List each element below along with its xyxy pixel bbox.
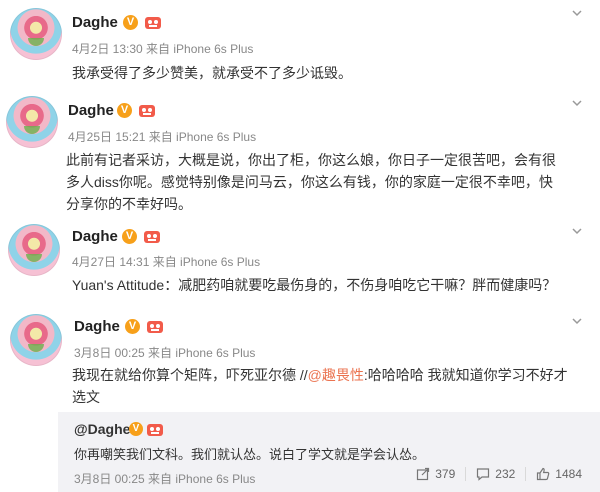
comment-icon	[477, 468, 490, 481]
post-text-line: 此前有记者采访，大概是说，你出了柜，你这么娘，你日子一定很苦吧，会有很	[66, 152, 556, 168]
crown-icon	[147, 321, 163, 333]
post-text: 我现在就给你算个矩阵，吓死亚尔德 //@趣畏性:哈哈哈哈 我就知道你学习不好才 …	[72, 365, 592, 409]
author-name[interactable]: Daghe	[68, 102, 114, 119]
post-meta: 4月25日 15:21 来自 iPhone 6s Plus	[68, 130, 257, 144]
like-count: 1484	[555, 467, 582, 481]
repost-box: @Daghe V 你再嘲笑我们文科。我们就认怂。说白了学文就是学会认怂。 3月8…	[58, 412, 600, 492]
post-text: 我承受得了多少赞美，就承受不了多少诋毁。	[72, 65, 352, 81]
chevron-down-icon[interactable]	[570, 224, 584, 238]
vip-badge-icon: V	[123, 15, 138, 30]
repost-count: 379	[435, 467, 456, 481]
thumbs-up-icon	[537, 467, 550, 481]
repost-text: 你再嘲笑我们文科。我们就认怂。说白了学文就是学会认怂。	[74, 447, 426, 462]
avatar[interactable]	[6, 96, 58, 148]
author-name[interactable]: Daghe	[72, 228, 118, 245]
repost-author[interactable]: @Daghe	[74, 421, 130, 437]
like-button[interactable]: 1484	[526, 467, 592, 481]
author-name[interactable]: Daghe	[72, 14, 118, 31]
crown-icon	[145, 17, 161, 29]
comment-button[interactable]: 232	[466, 467, 525, 481]
post-text-line: 我现在就给你算个矩阵，吓死亚尔德 //@趣畏性:哈哈哈哈 我就知道你学习不好才	[72, 365, 592, 387]
post-text: Yuan's Attitude：减肥药咱就要吃最伤身的，不伤身咱吃它干嘛？胖而健…	[72, 277, 557, 293]
post-meta: 4月2日 13:30 来自 iPhone 6s Plus	[72, 42, 254, 56]
avatar[interactable]	[10, 8, 62, 60]
post-4: Daghe V 3月8日 00:25 来自 iPhone 6s Plus 我现在…	[0, 310, 600, 412]
avatar[interactable]	[10, 314, 62, 366]
comment-count: 232	[495, 467, 516, 481]
post-meta: 4月27日 14:31 来自 iPhone 6s Plus	[72, 255, 261, 269]
post-2: Daghe V 4月25日 15:21 来自 iPhone 6s Plus 此前…	[0, 92, 600, 222]
post-meta: 3月8日 00:25 来自 iPhone 6s Plus	[74, 346, 256, 360]
repost-button[interactable]: 379	[406, 467, 465, 481]
vip-badge-icon: V	[129, 422, 143, 436]
mention-link[interactable]: @趣畏性	[308, 367, 364, 383]
post-text-start: 我现在就给你算个矩阵，吓死亚尔德 //	[72, 367, 308, 383]
chevron-down-icon[interactable]	[570, 6, 584, 20]
crown-icon	[139, 105, 155, 117]
avatar[interactable]	[8, 224, 60, 276]
crown-icon	[144, 231, 160, 243]
post-1: Daghe V 4月2日 13:30 来自 iPhone 6s Plus 我承受…	[0, 0, 600, 92]
vip-badge-icon: V	[125, 319, 140, 334]
post-text-end: :哈哈哈哈 我就知道你学习不好才	[363, 367, 568, 383]
post-text-line: 分享你的不幸好吗。	[66, 196, 192, 212]
vip-badge-icon: V	[122, 229, 137, 244]
chevron-down-icon[interactable]	[570, 96, 584, 110]
post-3: Daghe V 4月27日 14:31 来自 iPhone 6s Plus Yu…	[0, 222, 600, 310]
post-text-line: 多人diss你呢。感觉特别像是问马云，你这么有钱，你的家庭一定很不幸吧，快	[66, 174, 553, 190]
chevron-down-icon[interactable]	[570, 314, 584, 328]
crown-icon	[147, 424, 163, 436]
repost-meta: 3月8日 00:25 来自 iPhone 6s Plus	[74, 472, 256, 486]
share-icon	[417, 467, 430, 481]
vip-badge-icon: V	[117, 103, 132, 118]
post-text-line: 选文	[72, 389, 100, 405]
action-bar: 379 232 1484	[406, 467, 592, 481]
post-text: 此前有记者采访，大概是说，你出了柜，你这么娘，你日子一定很苦吧，会有很 多人di…	[66, 150, 586, 216]
author-name[interactable]: Daghe	[74, 318, 120, 335]
